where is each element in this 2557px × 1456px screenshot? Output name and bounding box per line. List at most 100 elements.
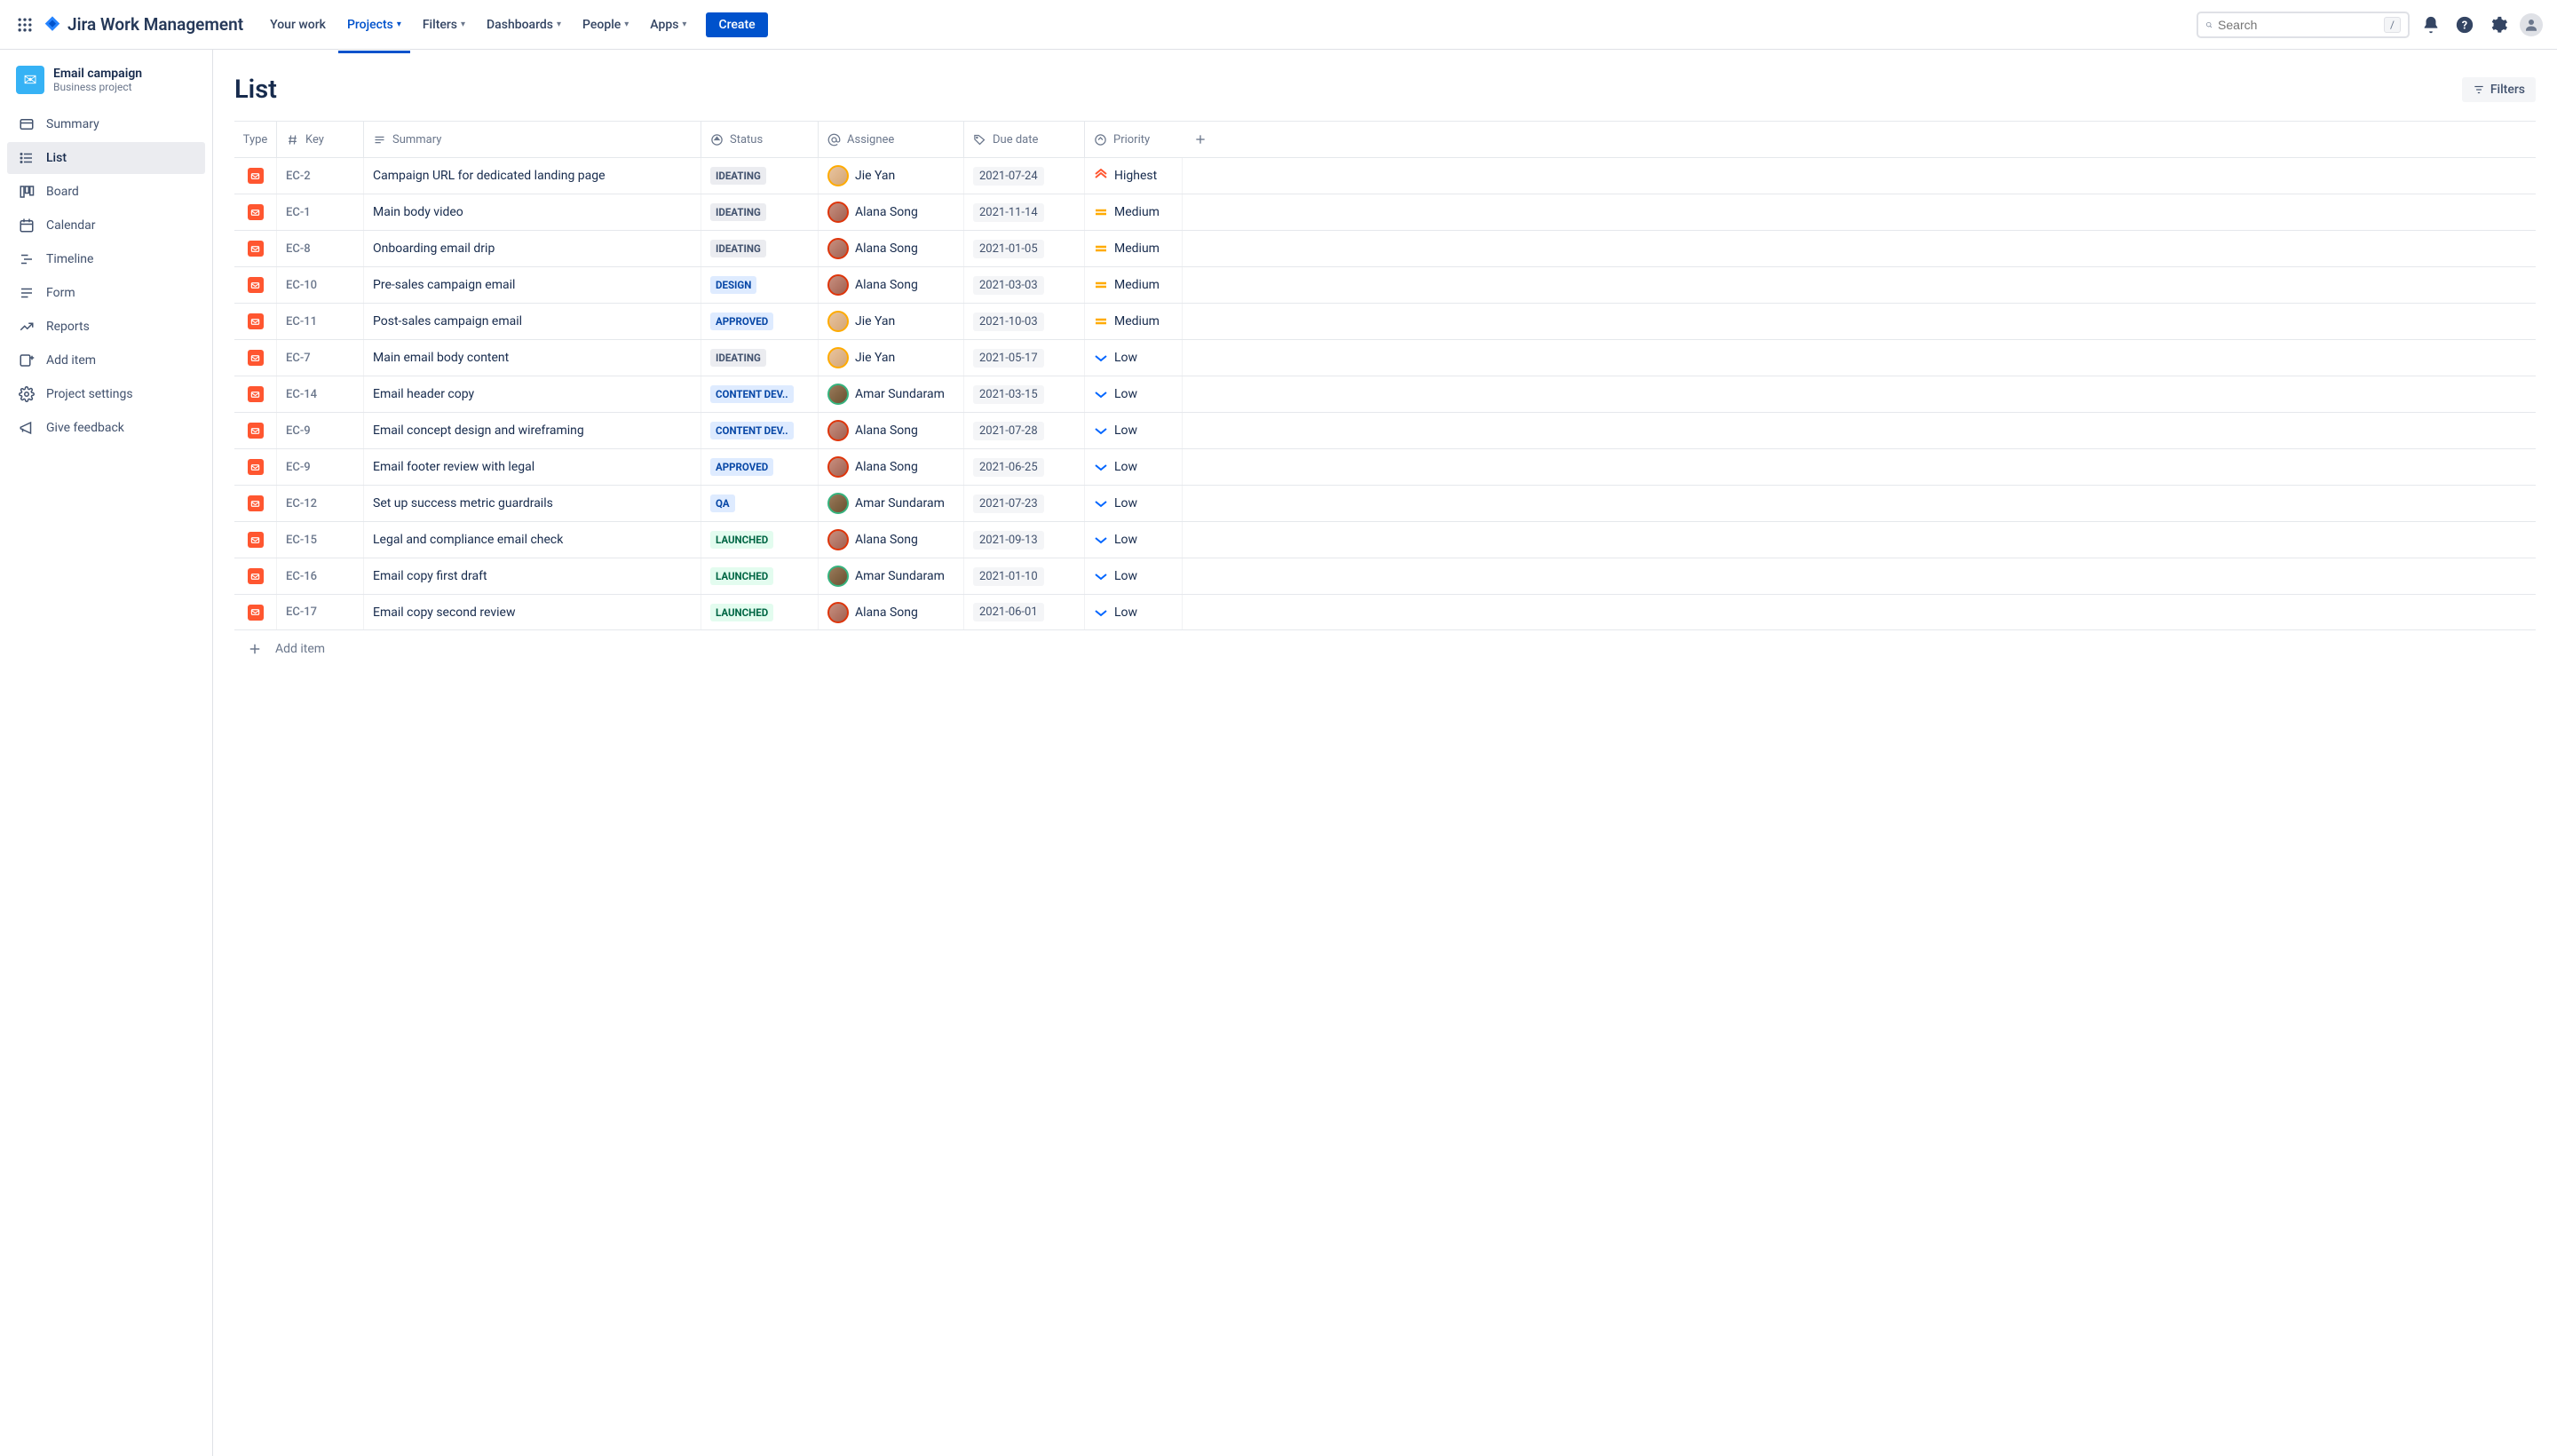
cell-key[interactable]: EC-1	[277, 194, 364, 230]
cell-status[interactable]: DESIGN	[701, 267, 819, 303]
cell-due-date[interactable]: 2021-07-28	[964, 413, 1085, 448]
cell-summary[interactable]: Onboarding email drip	[364, 231, 701, 266]
table-row[interactable]: EC-15 Legal and compliance email check L…	[234, 521, 2536, 558]
sidebar-item-form[interactable]: Form	[7, 277, 205, 309]
create-button[interactable]: Create	[706, 12, 767, 37]
cell-key[interactable]: EC-7	[277, 340, 364, 376]
app-switcher-icon[interactable]	[14, 14, 36, 36]
cell-priority[interactable]: Low	[1085, 486, 1183, 521]
column-status[interactable]: Status	[701, 122, 819, 157]
cell-summary[interactable]: Email copy first draft	[364, 558, 701, 594]
cell-key[interactable]: EC-10	[277, 267, 364, 303]
cell-summary[interactable]: Post-sales campaign email	[364, 304, 701, 339]
table-row[interactable]: EC-10 Pre-sales campaign email DESIGN Al…	[234, 266, 2536, 303]
cell-key[interactable]: EC-12	[277, 486, 364, 521]
search-field[interactable]	[2218, 18, 2379, 32]
column-summary[interactable]: Summary	[364, 122, 701, 157]
cell-due-date[interactable]: 2021-03-15	[964, 376, 1085, 412]
table-row[interactable]: EC-7 Main email body content IDEATING Ji…	[234, 339, 2536, 376]
cell-assignee[interactable]: Jie Yan	[819, 304, 964, 339]
cell-summary[interactable]: Pre-sales campaign email	[364, 267, 701, 303]
column-key[interactable]: Key	[277, 122, 364, 157]
cell-key[interactable]: EC-14	[277, 376, 364, 412]
cell-summary[interactable]: Email header copy	[364, 376, 701, 412]
cell-due-date[interactable]: 2021-10-03	[964, 304, 1085, 339]
cell-status[interactable]: LAUNCHED	[701, 595, 819, 629]
column-due-date[interactable]: Due date	[964, 122, 1085, 157]
column-priority[interactable]: Priority	[1085, 122, 1183, 157]
table-row[interactable]: EC-16 Email copy first draft LAUNCHED Am…	[234, 558, 2536, 594]
table-row[interactable]: EC-17 Email copy second review LAUNCHED …	[234, 594, 2536, 630]
cell-assignee[interactable]: Alana Song	[819, 194, 964, 230]
cell-due-date[interactable]: 2021-09-13	[964, 522, 1085, 558]
notification-icon[interactable]	[2418, 12, 2443, 37]
cell-status[interactable]: APPROVED	[701, 304, 819, 339]
cell-assignee[interactable]: Alana Song	[819, 231, 964, 266]
table-row[interactable]: EC-12 Set up success metric guardrails Q…	[234, 485, 2536, 521]
cell-priority[interactable]: Low	[1085, 595, 1183, 629]
cell-key[interactable]: EC-2	[277, 158, 364, 194]
cell-assignee[interactable]: Alana Song	[819, 522, 964, 558]
cell-assignee[interactable]: Amar Sundaram	[819, 486, 964, 521]
cell-priority[interactable]: Medium	[1085, 267, 1183, 303]
cell-priority[interactable]: Medium	[1085, 231, 1183, 266]
cell-assignee[interactable]: Amar Sundaram	[819, 558, 964, 594]
cell-due-date[interactable]: 2021-03-03	[964, 267, 1085, 303]
cell-status[interactable]: IDEATING	[701, 340, 819, 376]
help-icon[interactable]: ?	[2452, 12, 2477, 37]
cell-assignee[interactable]: Alana Song	[819, 267, 964, 303]
cell-summary[interactable]: Campaign URL for dedicated landing page	[364, 158, 701, 194]
cell-assignee[interactable]: Alana Song	[819, 449, 964, 485]
settings-icon[interactable]	[2486, 12, 2511, 37]
cell-priority[interactable]: Medium	[1085, 194, 1183, 230]
cell-priority[interactable]: Low	[1085, 413, 1183, 448]
table-row[interactable]: EC-1 Main body video IDEATING Alana Song…	[234, 194, 2536, 230]
table-row[interactable]: EC-11 Post-sales campaign email APPROVED…	[234, 303, 2536, 339]
cell-status[interactable]: IDEATING	[701, 231, 819, 266]
cell-assignee[interactable]: Alana Song	[819, 413, 964, 448]
cell-key[interactable]: EC-15	[277, 522, 364, 558]
cell-priority[interactable]: Medium	[1085, 304, 1183, 339]
filters-button[interactable]: Filters	[2462, 77, 2536, 102]
project-header[interactable]: ✉ Email campaign Business project	[7, 60, 205, 99]
cell-summary[interactable]: Email footer review with legal	[364, 449, 701, 485]
table-row[interactable]: EC-2 Campaign URL for dedicated landing …	[234, 157, 2536, 194]
cell-due-date[interactable]: 2021-06-01	[964, 595, 1085, 629]
cell-status[interactable]: APPROVED	[701, 449, 819, 485]
column-assignee[interactable]: Assignee	[819, 122, 964, 157]
cell-key[interactable]: EC-9	[277, 413, 364, 448]
sidebar-item-reports[interactable]: Reports	[7, 311, 205, 343]
cell-assignee[interactable]: Jie Yan	[819, 340, 964, 376]
sidebar-item-board[interactable]: Board	[7, 176, 205, 208]
cell-due-date[interactable]: 2021-07-24	[964, 158, 1085, 194]
cell-summary[interactable]: Main body video	[364, 194, 701, 230]
sidebar-item-summary[interactable]: Summary	[7, 108, 205, 140]
cell-key[interactable]: EC-9	[277, 449, 364, 485]
cell-summary[interactable]: Email copy second review	[364, 595, 701, 629]
cell-summary[interactable]: Main email body content	[364, 340, 701, 376]
product-logo[interactable]: Jira Work Management	[43, 14, 243, 35]
table-row[interactable]: EC-14 Email header copy CONTENT DEV.. Am…	[234, 376, 2536, 412]
add-item-row[interactable]: Add item	[234, 630, 2536, 668]
cell-priority[interactable]: Low	[1085, 376, 1183, 412]
nav-apps[interactable]: Apps▾	[641, 12, 695, 37]
sidebar-item-calendar[interactable]: Calendar	[7, 210, 205, 241]
sidebar-item-add[interactable]: Add item	[7, 344, 205, 376]
nav-filters[interactable]: Filters▾	[414, 12, 474, 37]
column-type[interactable]: Type	[234, 122, 277, 157]
sidebar-item-settings[interactable]: Project settings	[7, 378, 205, 410]
cell-status[interactable]: IDEATING	[701, 194, 819, 230]
cell-due-date[interactable]: 2021-05-17	[964, 340, 1085, 376]
nav-projects[interactable]: Projects▾	[338, 12, 410, 37]
cell-assignee[interactable]: Amar Sundaram	[819, 376, 964, 412]
cell-due-date[interactable]: 2021-06-25	[964, 449, 1085, 485]
cell-key[interactable]: EC-11	[277, 304, 364, 339]
cell-key[interactable]: EC-8	[277, 231, 364, 266]
cell-due-date[interactable]: 2021-07-23	[964, 486, 1085, 521]
cell-status[interactable]: QA	[701, 486, 819, 521]
cell-assignee[interactable]: Alana Song	[819, 595, 964, 629]
add-column-button[interactable]	[1183, 122, 1218, 157]
sidebar-item-feedback[interactable]: Give feedback	[7, 412, 205, 444]
table-row[interactable]: EC-8 Onboarding email drip IDEATING Alan…	[234, 230, 2536, 266]
cell-summary[interactable]: Legal and compliance email check	[364, 522, 701, 558]
